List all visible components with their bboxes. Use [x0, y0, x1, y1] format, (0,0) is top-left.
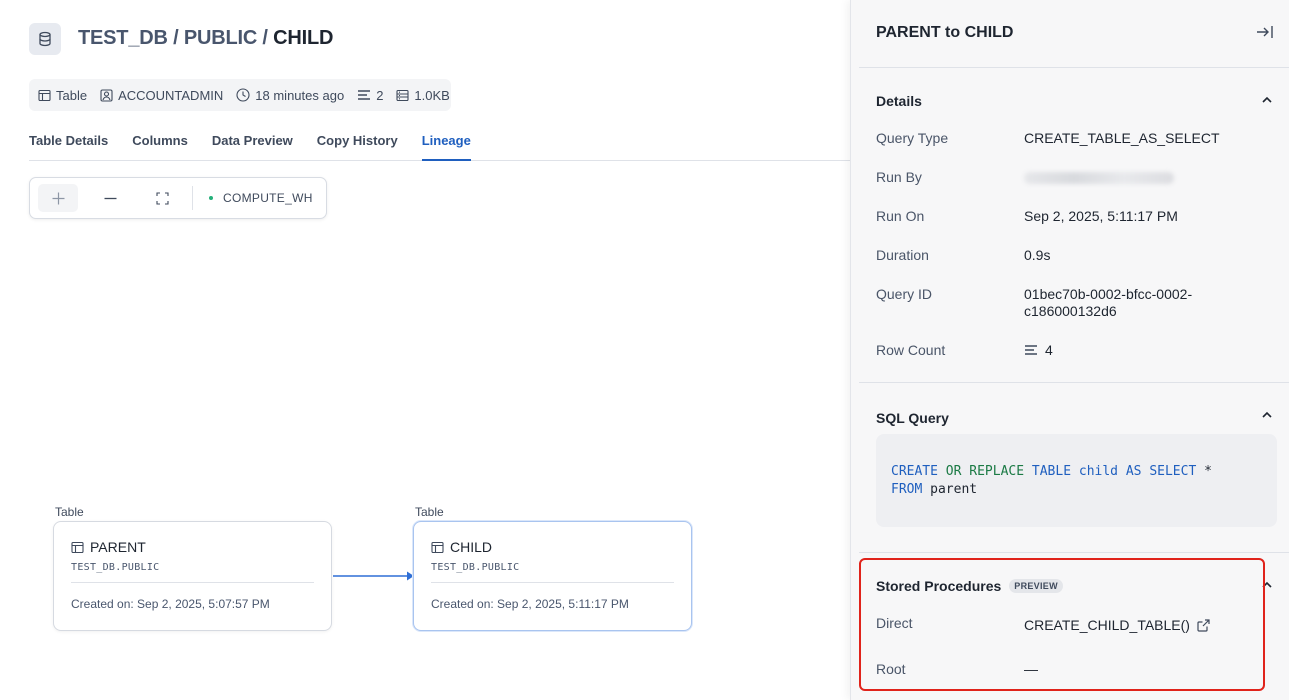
collapse-panel-button[interactable] — [1254, 22, 1276, 42]
sql-identifier: child — [1078, 464, 1119, 479]
query-id-label: Query ID — [876, 286, 933, 302]
query-id-value[interactable]: 01bec70b-0002-bfcc-0002- c186000132d6 — [1024, 286, 1192, 320]
node-divider — [431, 582, 674, 583]
sql-keyword: AS — [1125, 464, 1142, 479]
root-value: — — [1024, 661, 1038, 677]
sql-keyword: REPLACE — [969, 464, 1025, 479]
row-count-label: Row Count — [876, 342, 946, 358]
run-on-value: Sep 2, 2025, 5:11:17 PM — [1024, 208, 1178, 224]
external-link-icon — [1197, 618, 1210, 632]
duration-label: Duration — [876, 247, 929, 263]
duration-value: 0.9s — [1024, 247, 1051, 263]
stored-procedures-title: Stored Procedures — [876, 578, 1002, 594]
divider — [859, 382, 1289, 383]
node-name: PARENT — [90, 539, 146, 555]
node-name: CHILD — [450, 539, 493, 555]
row-count-number: 4 — [1045, 342, 1053, 358]
row-count-value: 4 — [1024, 342, 1053, 358]
sql-keyword: CREATE — [891, 464, 938, 479]
table-icon — [431, 541, 444, 553]
preview-badge: PREVIEW — [1009, 579, 1063, 593]
query-type-label: Query Type — [876, 130, 949, 146]
sql-keyword: SELECT — [1149, 464, 1197, 479]
redacted-value — [1024, 172, 1174, 184]
run-by-label: Run By — [876, 169, 922, 185]
direct-label: Direct — [876, 615, 913, 631]
node-path: TEST_DB.PUBLIC — [431, 562, 520, 573]
direct-procedure-name: CREATE_CHILD_TABLE() — [1024, 617, 1190, 633]
node-header: PARENT — [71, 539, 146, 555]
query-id-line-1: 01bec70b-0002-bfcc-0002- — [1024, 286, 1193, 302]
query-id-line-2: c186000132d6 — [1024, 303, 1117, 319]
sql-section-title: SQL Query — [876, 410, 949, 426]
node-created: Created on: Sep 2, 2025, 5:07:57 PM — [71, 597, 270, 611]
lineage-node-parent[interactable]: PARENT TEST_DB.PUBLIC Created on: Sep 2,… — [53, 521, 332, 631]
sql-operator: * — [1204, 464, 1212, 479]
node-type-label: Table — [415, 505, 444, 519]
edge-details-panel: PARENT to CHILD Details Query Type CREAT… — [850, 0, 1289, 700]
run-by-value — [1024, 169, 1174, 187]
node-type-label: Table — [55, 505, 84, 519]
lineage-node-child[interactable]: CHILD TEST_DB.PUBLIC Created on: Sep 2, … — [413, 521, 692, 631]
collapse-right-icon — [1257, 26, 1273, 38]
query-type-value: CREATE_TABLE_AS_SELECT — [1024, 130, 1220, 146]
direct-procedure-link[interactable]: CREATE_CHILD_TABLE() — [1024, 617, 1210, 633]
sql-keyword: TABLE — [1031, 464, 1072, 479]
panel-title: PARENT to CHILD — [876, 24, 1014, 41]
sql-keyword: FROM — [891, 482, 923, 497]
root-label: Root — [876, 661, 906, 677]
node-path: TEST_DB.PUBLIC — [71, 562, 160, 573]
divider — [859, 552, 1289, 553]
sql-line-2: FROM parent — [891, 481, 1262, 499]
sql-identifier: parent — [930, 482, 978, 497]
details-section-title: Details — [876, 93, 922, 109]
run-on-label: Run On — [876, 208, 925, 224]
node-divider — [71, 582, 314, 583]
stored-procedures-section-title: Stored Procedures PREVIEW — [876, 578, 1063, 594]
chevron-up-icon[interactable] — [1260, 578, 1274, 592]
table-icon — [71, 541, 84, 553]
chevron-up-icon[interactable] — [1260, 408, 1274, 422]
chevron-up-icon[interactable] — [1260, 93, 1274, 107]
node-created: Created on: Sep 2, 2025, 5:11:17 PM — [431, 597, 629, 611]
node-header: CHILD — [431, 539, 492, 555]
divider — [859, 67, 1289, 68]
rows-icon — [1025, 345, 1037, 355]
sql-code-block[interactable]: CREATE OR REPLACE TABLE child AS SELECT … — [876, 434, 1277, 527]
sql-keyword: OR — [945, 464, 962, 479]
sql-line-1: CREATE OR REPLACE TABLE child AS SELECT … — [891, 463, 1262, 481]
